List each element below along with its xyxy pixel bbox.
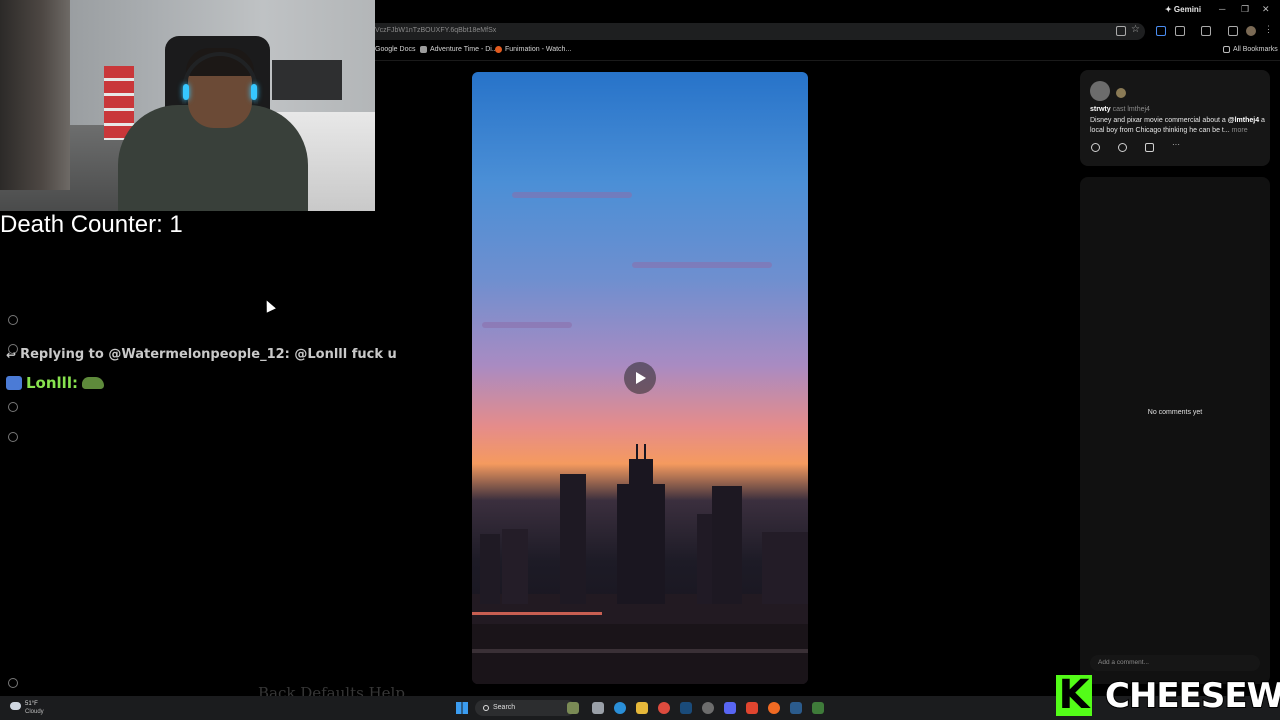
cloud-weather-icon: [10, 702, 21, 710]
all-bookmarks-label: All Bookmarks: [1233, 46, 1278, 53]
more-link[interactable]: more: [1232, 127, 1248, 134]
post-caption: Disney and pixar movie commercial about …: [1090, 116, 1266, 136]
taskbar-search-label: Search: [493, 704, 516, 711]
all-bookmarks-button[interactable]: All Bookmarks: [1223, 46, 1278, 53]
comment-input[interactable]: Add a comment...: [1090, 655, 1260, 671]
overlay-icon-4: [8, 432, 18, 442]
address-url[interactable]: VczFJbW1nTzBOUXFY.6qBbt18eMfSx: [375, 27, 496, 34]
webcam-feed: [0, 0, 375, 211]
bookmark-adventure-time[interactable]: Adventure Time - Di...: [420, 46, 498, 53]
cast-label: cast: [1112, 106, 1126, 113]
reply-arrow-icon: ↩: [6, 347, 17, 362]
webcam-shelf: [272, 60, 342, 100]
bookmark-label: Adventure Time - Di...: [430, 46, 498, 53]
video-cloud: [632, 262, 772, 268]
chat-reply-line: ↩ Replying to @Watermelonpeople_12: @Lon…: [6, 347, 397, 362]
play-button[interactable]: [624, 362, 656, 394]
minimize-icon[interactable]: ─: [1219, 4, 1225, 14]
author-avatar[interactable]: [1090, 81, 1110, 101]
toolbar-divider: [375, 60, 1280, 61]
caption-prefix: Disney and pixar movie commercial about …: [1090, 117, 1226, 124]
bookmark-funimation[interactable]: Funimation - Watch...: [495, 46, 571, 53]
taskbar-app-icon[interactable]: [567, 702, 579, 714]
browser-titlebar: [375, 0, 1280, 20]
media-icon[interactable]: [1228, 26, 1238, 36]
video-cloud: [512, 192, 632, 198]
frog-emote-icon: [81, 377, 104, 389]
overlay-icon-3: [8, 402, 18, 412]
bookmark-star-icon[interactable]: ☆: [1131, 24, 1141, 35]
weather-description[interactable]: Cloudy: [25, 709, 44, 715]
gemini-button[interactable]: ✦ Gemini: [1165, 5, 1201, 14]
play-icon: [636, 372, 646, 384]
taskbar-app-icon-2[interactable]: [812, 702, 824, 714]
thumbs-up-badge-icon: [6, 376, 22, 390]
share-icon[interactable]: [1145, 143, 1154, 152]
chrome-icon[interactable]: [658, 702, 670, 714]
mouse-cursor-icon: [262, 298, 276, 313]
comments-panel: No comments yet Add a comment...: [1080, 177, 1270, 684]
chat-message: Lonlll:: [6, 374, 104, 392]
address-bar[interactable]: VczFJbW1nTzBOUXFY.6qBbt18eMfSx: [375, 23, 1145, 40]
firefox-icon[interactable]: [768, 702, 780, 714]
caption-mention[interactable]: @lmthej4: [1228, 117, 1259, 124]
remix-icon[interactable]: [1118, 143, 1127, 152]
bookmark-favicon-icon: [495, 46, 502, 53]
audio-icon[interactable]: [1156, 26, 1166, 36]
kick-logo: K: [1056, 675, 1092, 716]
menu-icon[interactable]: ⋮: [1264, 24, 1274, 34]
discord-icon[interactable]: [724, 702, 736, 714]
headset-led-left: [183, 84, 189, 100]
restore-icon[interactable]: ❐: [1241, 4, 1249, 15]
more-options-icon[interactable]: ···: [1172, 140, 1181, 149]
cast-avatar[interactable]: [1116, 88, 1126, 98]
extensions-icon[interactable]: [1175, 26, 1185, 36]
obs-icon[interactable]: [702, 702, 714, 714]
install-app-icon[interactable]: [1116, 26, 1126, 36]
profile-avatar[interactable]: [1246, 26, 1256, 36]
bookmark-google-docs[interactable]: Google Docs: [375, 46, 415, 53]
folder-icon: [1223, 46, 1230, 53]
file-explorer-icon[interactable]: [636, 702, 648, 714]
taskbar-search[interactable]: Search: [475, 700, 575, 716]
windows-start-icon[interactable]: [456, 702, 468, 714]
steam-icon[interactable]: [680, 702, 692, 714]
bookmarks-bar: Google Docs Adventure Time - Di... Funim…: [375, 43, 1280, 59]
like-icon[interactable]: [1091, 143, 1100, 152]
edge-icon[interactable]: [614, 702, 626, 714]
city-skyline: [472, 444, 808, 684]
close-icon[interactable]: ✕: [1262, 4, 1270, 15]
webcam-closet: [0, 0, 70, 190]
channel-name: CHEESEW1Z: [1104, 675, 1280, 717]
reply-text: Replying to @Watermelonpeople_12: @Lonll…: [20, 347, 397, 362]
bookmark-favicon-icon: [420, 46, 427, 53]
no-comments-text: No comments yet: [1147, 409, 1203, 416]
post-author[interactable]: strwty: [1090, 106, 1111, 113]
cast-user[interactable]: lmthej4: [1127, 106, 1150, 113]
overlay-icon-5: [8, 678, 18, 688]
brave-icon[interactable]: [746, 702, 758, 714]
chat-username: Lonlll:: [26, 374, 78, 392]
steam-alt-icon[interactable]: [790, 702, 802, 714]
tab-search-icon[interactable]: [1201, 26, 1211, 36]
task-view-icon[interactable]: [592, 702, 604, 714]
weather-temperature[interactable]: 51°F: [25, 701, 38, 707]
post-authors: strwty cast lmthej4: [1090, 106, 1150, 113]
post-card: strwty cast lmthej4 Disney and pixar mov…: [1080, 70, 1270, 166]
bookmark-label: Google Docs: [375, 46, 416, 53]
death-counter: Death Counter: 1: [0, 211, 183, 238]
video-cloud: [482, 322, 572, 328]
overlay-icon-1: [8, 315, 18, 325]
search-icon: [483, 705, 489, 711]
headset-led-right: [251, 84, 257, 100]
bookmark-label: Funimation - Watch...: [505, 46, 572, 53]
